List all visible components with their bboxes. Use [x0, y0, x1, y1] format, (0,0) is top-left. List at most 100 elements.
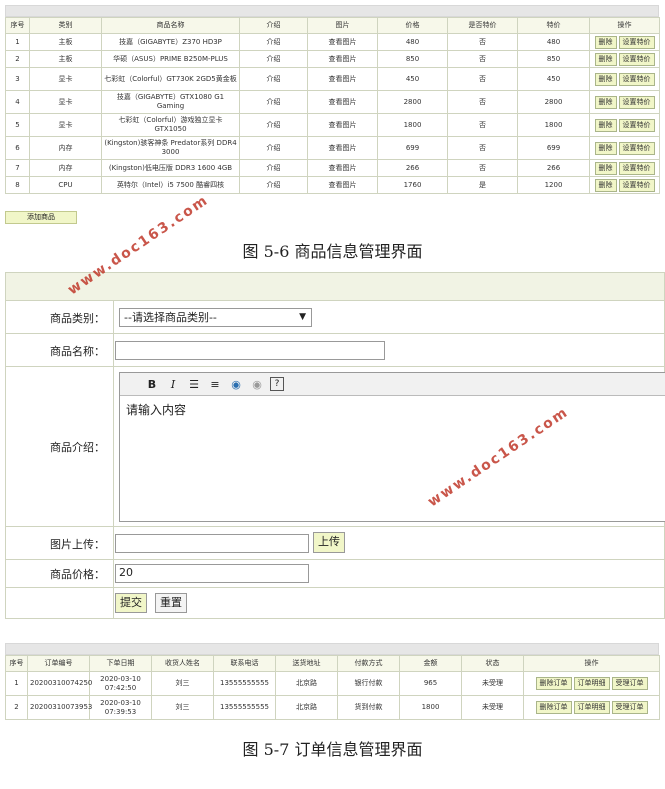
cell-intro[interactable]: 介绍 — [239, 159, 308, 177]
order-section: 序号 订单编号 下单日期 收货人姓名 联系电话 送货地址 付款方式 金额 状态 操作 1 20200… — [5, 643, 660, 720]
row-image: 图片上传： 上传 — [6, 526, 664, 560]
add-product-button[interactable]: 添加商品 — [5, 211, 77, 224]
order-table: 序号 订单编号 下单日期 收货人姓名 联系电话 送货地址 付款方式 金额 状态 操作 1 20200… — [5, 655, 660, 720]
row-actions: 提交 重置 — [6, 587, 664, 619]
set-special-button[interactable]: 设置特价 — [618, 72, 655, 86]
set-special-button[interactable]: 设置特价 — [618, 141, 655, 155]
accept-order-button[interactable]: 受理订单 — [611, 701, 648, 714]
price-input[interactable]: 20 — [115, 564, 309, 583]
category-label: 商品类别： — [6, 301, 114, 334]
delete-button[interactable]: 删除 — [594, 141, 617, 155]
cell-cat: 显卡 — [29, 113, 102, 137]
price-label: 商品价格： — [6, 560, 114, 588]
set-special-button[interactable]: 设置特价 — [618, 161, 655, 175]
submit-button[interactable]: 提交 — [115, 593, 147, 613]
cell-intro[interactable]: 介绍 — [239, 176, 308, 194]
set-special-button[interactable]: 设置特价 — [618, 35, 655, 49]
unlink-icon[interactable]: ◉ — [249, 376, 265, 392]
cell-img[interactable]: 查看图片 — [307, 136, 378, 160]
cell-sprice: 1200 — [517, 176, 590, 194]
image-path-input[interactable] — [115, 534, 309, 553]
upload-button[interactable]: 上传 — [313, 532, 345, 553]
cell-img[interactable]: 查看图片 — [307, 113, 378, 137]
cell-img[interactable]: 查看图片 — [307, 67, 378, 91]
set-special-button[interactable]: 设置特价 — [618, 118, 655, 132]
delete-button[interactable]: 删除 — [594, 95, 617, 109]
column-header: 状态 — [461, 655, 524, 672]
cell-intro[interactable]: 介绍 — [239, 113, 308, 137]
product-table-topbar — [5, 5, 659, 17]
set-special-button[interactable]: 设置特价 — [618, 95, 655, 109]
column-header: 订单编号 — [27, 655, 90, 672]
cell-sprice: 2800 — [517, 90, 590, 114]
link-icon[interactable]: ◉ — [228, 376, 244, 392]
cell-no: 2 — [5, 695, 28, 720]
cell-img[interactable]: 查看图片 — [307, 159, 378, 177]
cell-intro[interactable]: 介绍 — [239, 67, 308, 91]
row-category: 商品类别： --请选择商品类别-- ▼ — [6, 300, 664, 334]
cell-cat: 内存 — [29, 136, 102, 160]
unordered-list-icon[interactable]: ≡ — [207, 376, 223, 392]
cell-no: 2 — [5, 50, 30, 68]
cell-actions: 删除 设置特价 — [589, 176, 660, 194]
cell-intro[interactable]: 介绍 — [239, 90, 308, 114]
bold-icon[interactable]: B — [144, 376, 160, 392]
cell-price: 480 — [377, 33, 448, 51]
cell-img[interactable]: 查看图片 — [307, 90, 378, 114]
row-name: 商品名称： — [6, 333, 664, 367]
reset-button[interactable]: 重置 — [155, 593, 187, 613]
order-detail-button[interactable]: 订单明细 — [573, 701, 610, 714]
cell-id: 20200310073953 — [27, 695, 92, 720]
delete-button[interactable]: 删除 — [594, 178, 617, 192]
delete-button[interactable]: 删除 — [594, 161, 617, 175]
order-table-topbar — [5, 643, 659, 655]
cell-amount: 1800 — [399, 695, 462, 720]
cell-actions: 删除订单 订单明细 受理订单 — [523, 671, 660, 696]
column-header: 序号 — [5, 655, 28, 672]
cell-no: 8 — [5, 176, 30, 194]
cell-intro[interactable]: 介绍 — [239, 136, 308, 160]
cell-intro[interactable]: 介绍 — [239, 33, 308, 51]
delete-button[interactable]: 删除 — [594, 72, 617, 86]
delete-button[interactable]: 删除 — [594, 118, 617, 132]
table-row: 1 20200310074250 2020-03-10 07:42:50 刘三 1355… — [5, 671, 660, 696]
delete-button[interactable]: 删除 — [594, 35, 617, 49]
column-header: 联系电话 — [213, 655, 276, 672]
cell-img[interactable]: 查看图片 — [307, 50, 378, 68]
column-header: 送货地址 — [275, 655, 338, 672]
cell-name: 技嘉（GIGABYTE）GTX1080 G1 Gaming — [101, 90, 240, 114]
delete-order-button[interactable]: 删除订单 — [535, 677, 572, 690]
set-special-button[interactable]: 设置特价 — [618, 178, 655, 192]
accept-order-button[interactable]: 受理订单 — [611, 677, 648, 690]
cell-cat: 内存 — [29, 159, 102, 177]
figure-caption-5-6: 图 5-6 商品信息管理界面 — [242, 242, 423, 261]
cell-cat: CPU — [29, 176, 102, 194]
delete-button[interactable]: 删除 — [594, 52, 617, 66]
cell-name: (Kingston)骇客神条 Predator系列 DDR4 3000 — [101, 136, 240, 160]
italic-icon[interactable]: I — [165, 376, 181, 392]
product-name-input[interactable] — [115, 341, 385, 360]
cell-img[interactable]: 查看图片 — [307, 33, 378, 51]
delete-order-button[interactable]: 删除订单 — [535, 701, 572, 714]
set-special-button[interactable]: 设置特价 — [618, 52, 655, 66]
ordered-list-icon[interactable]: ☰ — [186, 376, 202, 392]
category-select[interactable]: --请选择商品类别-- ▼ — [119, 308, 312, 327]
column-header: 金额 — [399, 655, 462, 672]
cell-name: 七彩虹（Colorful）GT730K 2GD5黄金板 — [101, 67, 240, 91]
order-detail-button[interactable]: 订单明细 — [573, 677, 610, 690]
column-header: 类别 — [29, 17, 102, 34]
cell-pay: 银行付款 — [337, 671, 400, 696]
cell-special: 否 — [447, 90, 518, 114]
rich-text-editor[interactable]: B I ☰ ≡ ◉ ◉ ? 请输入内容 — [119, 372, 665, 522]
help-icon[interactable]: ? — [270, 377, 284, 391]
cell-img[interactable]: 查看图片 — [307, 176, 378, 194]
cell-special: 否 — [447, 67, 518, 91]
table-row: 7 内存 (Kingston)低电压版 DDR3 1600 4GB 介绍 查看图片 266… — [5, 159, 660, 177]
product-table: 序号 类别 商品名称 介绍 图片 价格 是否特价 特价 操作 1 主板 技嘉（GIGABYTE）Z3… — [5, 17, 660, 194]
editor-content[interactable]: 请输入内容 — [120, 396, 665, 423]
cell-intro[interactable]: 介绍 — [239, 50, 308, 68]
intro-label: 商品介绍： — [6, 367, 114, 527]
column-header: 价格 — [377, 17, 448, 34]
figure-caption-5-7: 图 5-7 订单信息管理界面 — [242, 740, 423, 759]
cell-cat: 主板 — [29, 50, 102, 68]
